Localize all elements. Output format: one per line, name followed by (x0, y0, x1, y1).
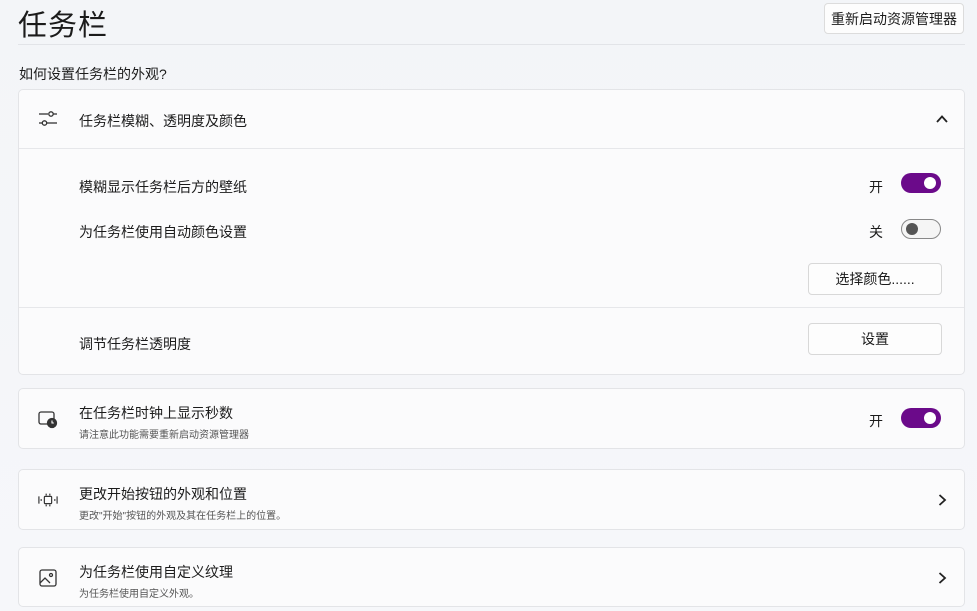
transparency-settings-button[interactable]: 设置 (808, 323, 942, 355)
toggle-knob (924, 177, 936, 189)
clock-seconds-subtitle: 请注意此功能需要重新启动资源管理器 (79, 430, 249, 441)
appearance-card-header[interactable]: 任务栏模糊、透明度及颜色 (19, 90, 964, 148)
custom-texture-subtitle: 为任务栏使用自定义外观。 (79, 589, 199, 600)
custom-texture-title: 为任务栏使用自定义纹理 (79, 564, 233, 580)
clock-display-icon (38, 409, 58, 429)
chevron-up-icon[interactable] (934, 111, 950, 127)
start-button-card[interactable]: 更改开始按钮的外观和位置 更改"开始"按钮的外观及其在任务栏上的位置。 (18, 469, 965, 530)
section-label: 如何设置任务栏的外观? (19, 66, 167, 82)
restart-explorer-button[interactable]: 重新启动资源管理器 (824, 3, 964, 34)
start-button-subtitle: 更改"开始"按钮的外观及其在任务栏上的位置。 (79, 511, 287, 522)
appearance-card-title: 任务栏模糊、透明度及颜色 (79, 113, 247, 129)
blur-wallpaper-toggle[interactable] (901, 173, 941, 193)
clock-seconds-toggle[interactable] (901, 408, 941, 428)
chevron-right-icon[interactable] (934, 492, 950, 508)
chevron-right-icon[interactable] (934, 570, 950, 586)
start-button-title: 更改开始按钮的外观和位置 (79, 486, 247, 502)
blur-wallpaper-label: 模糊显示任务栏后方的壁纸 (79, 179, 247, 195)
transparency-label: 调节任务栏透明度 (79, 336, 191, 352)
page-title: 任务栏 (18, 10, 109, 42)
custom-texture-card[interactable]: 为任务栏使用自定义纹理 为任务栏使用自定义外观。 (18, 547, 965, 607)
blur-toggle-state: 开 (869, 179, 883, 195)
image-icon (38, 568, 58, 588)
choose-color-button[interactable]: 选择颜色...... (808, 263, 942, 295)
toggle-knob (906, 223, 918, 235)
start-button-icon (38, 490, 58, 510)
clock-seconds-title: 在任务栏时钟上显示秒数 (79, 405, 233, 421)
clock-seconds-toggle-state: 开 (869, 413, 883, 429)
appearance-card: 任务栏模糊、透明度及颜色 模糊显示任务栏后方的壁纸 开 为任务栏使用自动颜色设置… (18, 89, 965, 375)
card-divider (19, 148, 964, 149)
clock-seconds-card: 在任务栏时钟上显示秒数 请注意此功能需要重新启动资源管理器 开 (18, 388, 965, 449)
auto-color-label: 为任务栏使用自动颜色设置 (79, 224, 247, 240)
auto-color-toggle-state: 关 (869, 224, 883, 240)
title-divider (18, 44, 965, 45)
sliders-icon (38, 109, 58, 129)
card-divider (19, 307, 964, 308)
toggle-knob (924, 412, 936, 424)
auto-color-toggle[interactable] (901, 219, 941, 239)
